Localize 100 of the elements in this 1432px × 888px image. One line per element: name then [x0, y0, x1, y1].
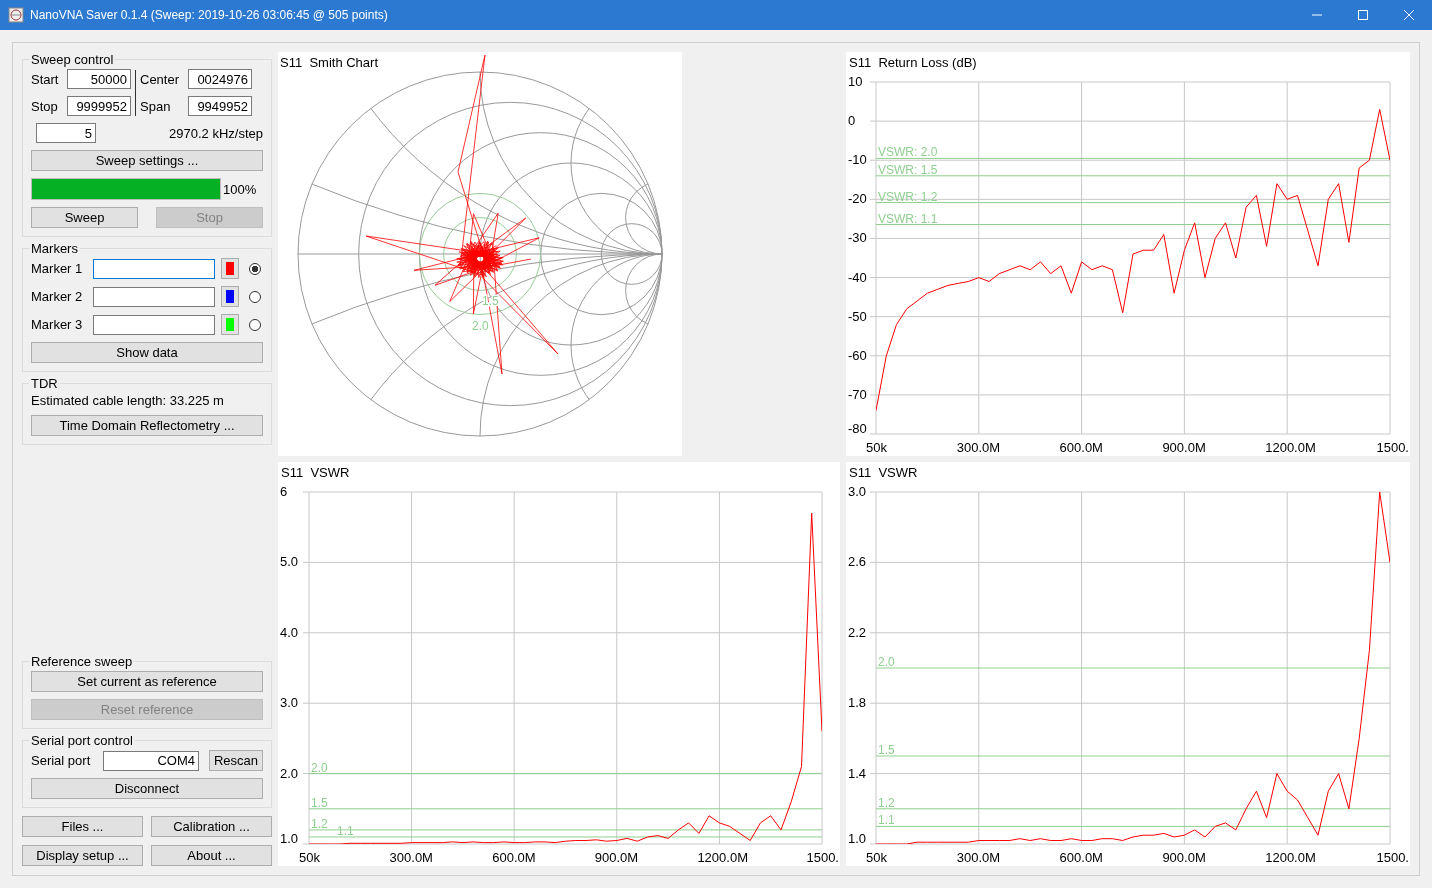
tick-label: -10 — [848, 152, 867, 168]
rescan-button[interactable]: Rescan — [208, 750, 263, 771]
field-label: Span — [140, 98, 172, 114]
tick-label: 900.0M — [1162, 850, 1206, 865]
tick-label: 1.0 — [848, 831, 867, 846]
reference-label: VSWR: 1.1 — [878, 211, 938, 226]
marker-label: Marker 1 — [31, 261, 84, 276]
show-data-button[interactable]: Show data — [31, 342, 263, 363]
tick-label: 900.0M — [594, 850, 639, 865]
reference-label: VSWR: 1.2 — [878, 189, 938, 204]
tick-label: 0 — [848, 113, 856, 129]
tick-label: 300.0M — [389, 850, 433, 865]
marker-color-swatch[interactable] — [226, 290, 234, 303]
frequency-field[interactable]: 0024976 — [188, 69, 252, 89]
tick-label: 1200.0M — [1265, 850, 1316, 865]
tick-label: -80 — [848, 421, 867, 436]
reference-label: VSWR: 2.0 — [878, 145, 938, 160]
cable-length-text: Estimated cable length: 33.225 m — [31, 393, 225, 408]
field-label: Stop — [31, 98, 59, 114]
menu-button[interactable]: Files ... — [22, 816, 143, 837]
frequency-field[interactable]: 9999952 — [67, 96, 131, 116]
circle-label: 2.0 — [472, 318, 489, 333]
tick-label: 600.0M — [1059, 850, 1103, 865]
tick-label: 1500. — [1376, 440, 1409, 455]
marker-field[interactable] — [93, 286, 215, 307]
tick-label: 4.0 — [280, 624, 299, 640]
reference-button[interactable]: Set current as reference — [31, 671, 263, 692]
marker-radio[interactable] — [249, 262, 261, 275]
group-title: Sweep control — [30, 52, 115, 67]
chart-title: S11 VSWR — [281, 465, 350, 480]
tick-label: 300.0M — [956, 440, 1001, 455]
frequency-field[interactable]: 50000 — [67, 69, 131, 89]
reference-label: 1.2 — [311, 816, 328, 831]
tick-label: -70 — [848, 386, 867, 402]
tick-label: 1500. — [1376, 850, 1409, 865]
tdr-button[interactable]: Time Domain Reflectometry ... — [31, 415, 263, 436]
tick-label: 300.0M — [956, 850, 1001, 865]
serial-port-label: Serial port — [31, 753, 92, 768]
reference-label: VSWR: 1.5 — [878, 162, 938, 177]
sweep-button[interactable]: Sweep — [31, 207, 138, 228]
tick-label: 1.8 — [848, 695, 867, 711]
chart-title: S11 VSWR — [849, 465, 918, 480]
tick-label: 2.2 — [848, 624, 867, 640]
tick-label: 5.0 — [280, 554, 299, 570]
serial-port-field[interactable]: COM4 — [103, 750, 199, 771]
group-title: Markers — [30, 241, 79, 256]
group-title: TDR — [30, 376, 59, 391]
app-icon — [8, 7, 24, 23]
window-title: NanoVNA Saver 0.1.4 (Sweep: 2019-10-26 03:06:45 @ 505 points) — [30, 8, 389, 22]
maximize-icon[interactable] — [1358, 10, 1368, 20]
tick-label: 3.0 — [848, 484, 867, 499]
tick-label: 1200.0M — [697, 850, 748, 865]
tick-label: -60 — [848, 347, 867, 363]
tick-label: 600.0M — [492, 850, 536, 865]
tick-label: 1.4 — [848, 765, 867, 781]
tick-label: 600.0M — [1059, 440, 1103, 455]
marker-radio[interactable] — [249, 318, 261, 331]
marker-color-swatch[interactable] — [226, 262, 234, 275]
group-title: Reference sweep — [30, 654, 134, 669]
tick-label: 1.0 — [280, 831, 299, 846]
tick-label: 2.0 — [280, 765, 299, 781]
tick-label: 1500. — [806, 850, 839, 865]
marker-field[interactable] — [93, 314, 215, 335]
group-title: Serial port control — [30, 733, 134, 748]
tick-label: -30 — [848, 230, 867, 246]
segments-field[interactable]: 5 — [36, 123, 96, 143]
tick-label: -50 — [848, 308, 867, 324]
marker-color-swatch[interactable] — [226, 318, 234, 331]
tick-label: 6 — [280, 484, 288, 499]
menu-button[interactable]: Calibration ... — [151, 816, 272, 837]
close-icon[interactable] — [1404, 10, 1414, 20]
tick-label: -20 — [848, 191, 867, 207]
frequency-field[interactable]: 9949952 — [188, 96, 252, 116]
sweep-settings-button[interactable]: Sweep settings ... — [31, 150, 263, 171]
tick-label: 3.0 — [280, 695, 299, 711]
marker-label: Marker 3 — [31, 317, 84, 332]
marker-field[interactable] — [93, 258, 215, 279]
reference-label: 1.5 — [878, 743, 895, 757]
reference-label: 1.5 — [311, 795, 328, 810]
tick-label: 1200.0M — [1265, 440, 1316, 455]
menu-button[interactable]: About ... — [151, 845, 272, 866]
tick-label: -40 — [848, 269, 867, 285]
marker-label: Marker 2 — [31, 289, 84, 304]
reference-label: 1.1 — [878, 813, 895, 828]
tick-label: 10 — [848, 74, 863, 89]
chart-title: S11 Smith Chart — [280, 55, 379, 70]
tick-label: 50k — [866, 850, 887, 865]
tick-label: 50k — [299, 850, 320, 865]
field-label: Start — [31, 71, 60, 87]
progress-text: 100% — [223, 181, 257, 197]
disconnect-button[interactable]: Disconnect — [31, 778, 263, 799]
tick-label: 50k — [866, 440, 887, 455]
tick-label: 2.6 — [848, 554, 867, 570]
reference-label: 2.0 — [311, 760, 328, 775]
marker-radio[interactable] — [249, 290, 261, 303]
reference-label: 2.0 — [878, 655, 895, 669]
menu-button[interactable]: Display setup ... — [22, 845, 143, 866]
step-text: 2970.2 kHz/step — [169, 125, 263, 141]
field-label: Center — [140, 71, 181, 87]
reference-label: 1.2 — [878, 795, 895, 810]
